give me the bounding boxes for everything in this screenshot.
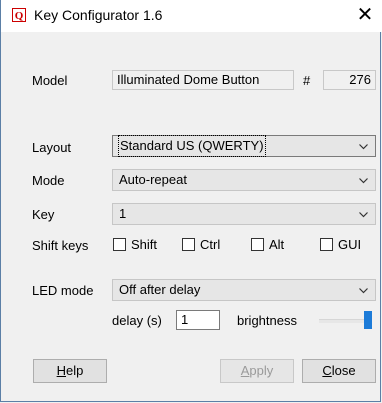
chevron-down-icon [359,288,368,294]
layout-dropdown[interactable]: Standard US (QWERTY) [112,135,376,157]
mode-value: Auto-repeat [119,172,187,187]
help-button[interactable]: Help [33,359,107,383]
help-mnemonic: H [56,363,67,378]
model-number-hash: # [303,73,311,88]
brightness-label: brightness [237,313,297,328]
checkbox-box[interactable] [113,238,126,251]
checkbox-box[interactable] [251,238,264,251]
shift-checkbox-label: Shift [131,237,158,252]
close-label-rest: lose [331,363,356,378]
close-window-icon[interactable]: ✕ [351,4,379,28]
close-button[interactable]: Close [302,359,376,383]
key-dropdown[interactable]: 1 [112,203,376,225]
model-number-field: 276 [323,70,376,90]
brightness-slider-thumb[interactable] [364,311,372,329]
mode-label: Mode [32,173,65,188]
app-icon: Q [12,8,26,22]
help-label-rest: elp [66,363,84,378]
gui-checkbox-label: GUI [338,237,362,252]
alt-checkbox-label: Alt [269,237,285,252]
layout-label: Layout [32,140,72,155]
close-mnemonic: C [322,363,332,378]
checkbox-box[interactable] [182,238,195,251]
model-label: Model [32,73,68,88]
title-bar[interactable]: Q Key Configurator 1.6 ✕ [1,0,382,32]
key-value: 1 [119,206,127,221]
mode-dropdown[interactable]: Auto-repeat [112,169,376,191]
chevron-down-icon [359,212,368,218]
chevron-down-icon [359,144,368,150]
chevron-down-icon [359,178,368,184]
window-title: Key Configurator 1.6 [34,7,163,23]
led-mode-dropdown[interactable]: Off after delay [112,279,376,301]
delay-input[interactable]: 1 [176,310,220,330]
brightness-slider[interactable] [319,319,365,323]
ctrl-checkbox-label: Ctrl [200,237,221,252]
apply-label-rest: pply [249,363,274,378]
shift-keys-label: Shift keys [32,238,89,253]
layout-value: Standard US (QWERTY) [118,135,266,157]
apply-button[interactable]: Apply [220,359,294,383]
delay-label: delay (s) [112,313,162,328]
dialog-window: Q Key Configurator 1.6 ✕ Model Illuminat… [0,0,382,402]
checkbox-box[interactable] [320,238,333,251]
key-label: Key [32,207,55,222]
led-mode-label: LED mode [32,283,94,298]
model-field: Illuminated Dome Button [112,70,294,90]
led-mode-value: Off after delay [119,282,201,297]
